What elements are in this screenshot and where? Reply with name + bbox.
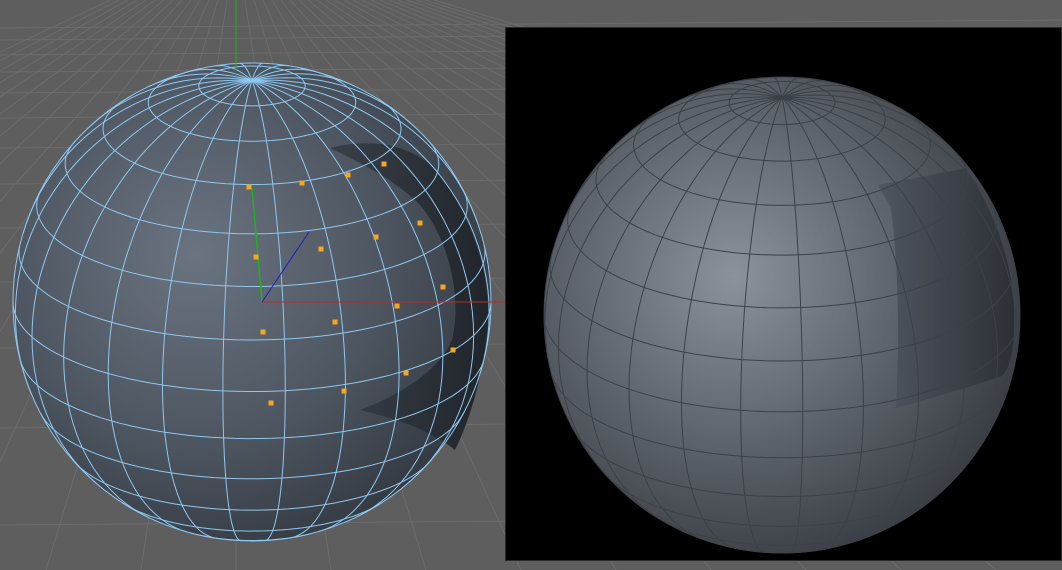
selected-point[interactable]: [246, 184, 252, 190]
selected-point[interactable]: [332, 319, 338, 325]
selected-point[interactable]: [417, 220, 423, 226]
selected-point[interactable]: [299, 180, 305, 186]
selected-point[interactable]: [440, 284, 446, 290]
render-canvas: [543, 76, 1021, 554]
selected-point[interactable]: [394, 303, 400, 309]
selected-point[interactable]: [253, 254, 259, 260]
rendered-sphere: [543, 76, 1021, 554]
selected-point[interactable]: [381, 161, 387, 167]
selected-point[interactable]: [450, 347, 456, 353]
selected-point[interactable]: [318, 246, 324, 252]
cinema4d-workspace: [0, 0, 1062, 570]
selected-point[interactable]: [345, 172, 351, 178]
selected-point[interactable]: [373, 234, 379, 240]
selected-point[interactable]: [260, 329, 266, 335]
selected-point[interactable]: [403, 370, 409, 376]
render-preview: [505, 27, 1062, 561]
rendered-offset-panel: [878, 168, 1015, 408]
selected-point[interactable]: [341, 388, 347, 394]
selected-point[interactable]: [268, 400, 274, 406]
